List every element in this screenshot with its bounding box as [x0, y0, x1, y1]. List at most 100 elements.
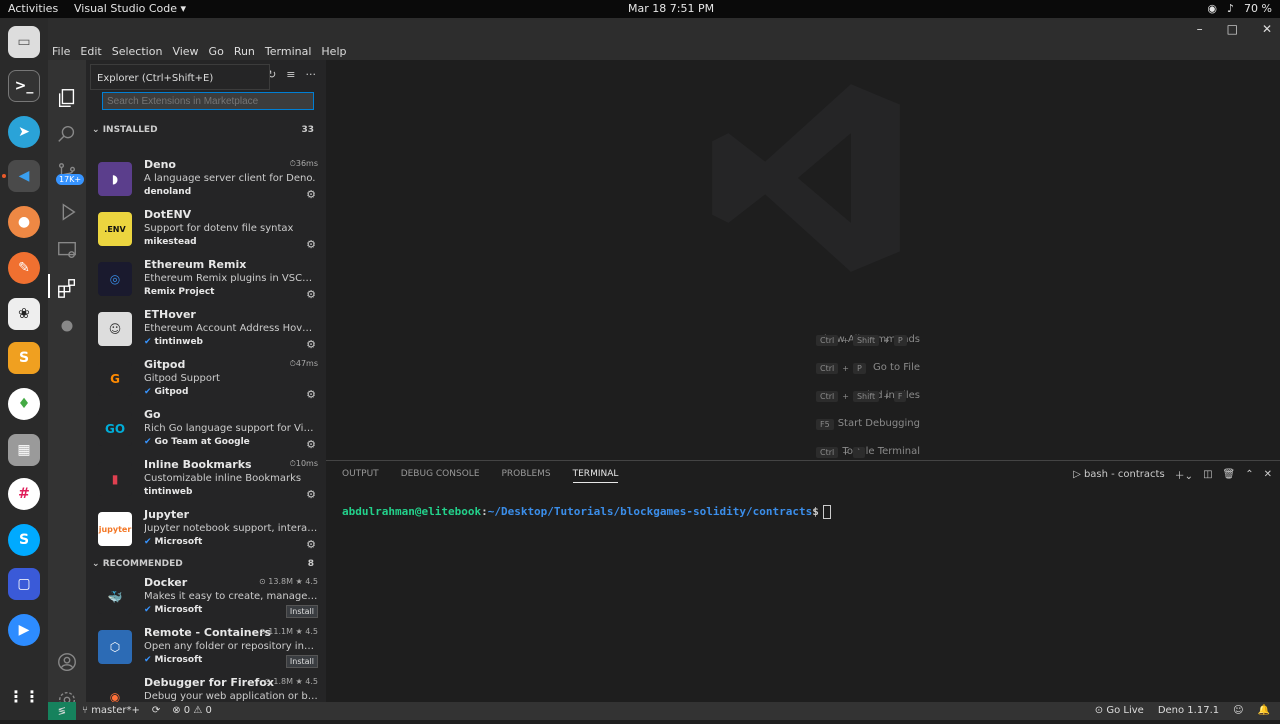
screenshot-icon[interactable]: ▢ — [8, 568, 40, 600]
tab-problems[interactable]: PROBLEMS — [502, 469, 551, 483]
docker-icon: 🐳 — [98, 580, 132, 614]
clock[interactable]: Mar 18 7:51 PM — [628, 2, 714, 15]
gimp-icon[interactable]: ❀ — [8, 298, 40, 330]
install-button[interactable]: Install — [285, 605, 318, 618]
ethereum-icon[interactable] — [55, 314, 79, 338]
maximize-icon[interactable]: □ — [1227, 22, 1238, 36]
sublime-icon[interactable]: S — [8, 342, 40, 374]
key-cap: Ctrl — [816, 391, 839, 402]
menu-selection[interactable]: Selection — [112, 45, 163, 58]
installed-section-header[interactable]: ⌄ INSTALLED 33 — [86, 122, 326, 138]
key-cap: Ctrl — [816, 447, 839, 458]
manage-gear-icon[interactable]: ⚙ — [306, 488, 316, 501]
extension-publisher: ✔ Microsoft — [144, 655, 202, 665]
volume-icon: ♪ — [1227, 2, 1235, 15]
split-terminal-icon[interactable]: ◫ — [1203, 469, 1212, 480]
key-cap: + — [842, 448, 849, 457]
menu-view[interactable]: View — [172, 45, 198, 58]
remote-explorer-icon[interactable] — [55, 238, 79, 262]
chrome-icon[interactable]: ● — [8, 206, 40, 238]
extension-publisher: ✔ Go Team at Google — [144, 437, 250, 447]
go-live-button[interactable]: ⊙ Go Live — [1095, 705, 1144, 716]
search-icon[interactable] — [55, 122, 79, 146]
zoom-icon[interactable]: ▶ — [8, 614, 40, 646]
key-cap: Shift — [852, 391, 880, 402]
manage-gear-icon[interactable]: ⚙ — [306, 538, 316, 551]
explorer-icon[interactable] — [55, 86, 79, 110]
close-panel-icon[interactable]: ✕ — [1264, 469, 1272, 480]
extension-item[interactable]: ⬡ Remote - Containers Open any folder or r… — [86, 624, 326, 674]
system-tray[interactable]: ◉ ♪ 70 % — [1207, 2, 1272, 15]
manage-gear-icon[interactable]: ⚙ — [306, 438, 316, 451]
tab-terminal[interactable]: TERMINAL — [572, 469, 619, 483]
clear-icon[interactable]: ≡ — [286, 68, 295, 81]
install-button[interactable]: Install — [285, 655, 318, 668]
extensions-active-indicator — [48, 274, 50, 298]
feedback-icon[interactable]: ☺ — [1233, 705, 1243, 716]
manage-gear-icon[interactable]: ⚙ — [306, 238, 316, 251]
key-cap: ` — [852, 447, 865, 458]
telegram-icon[interactable]: ➤ — [8, 116, 40, 148]
extension-item[interactable]: G Gitpod Gitpod Support ✔ Gitpod ⏱47ms ⚙ — [86, 356, 326, 406]
postman-icon[interactable]: ✎ — [8, 252, 40, 284]
terminal-icon: ▷ — [1073, 469, 1084, 480]
extensions-icon[interactable] — [55, 276, 79, 300]
manage-gear-icon[interactable]: ⚙ — [306, 288, 316, 301]
extensions-search-input[interactable] — [102, 92, 314, 110]
minimize-icon[interactable]: – — [1197, 22, 1203, 36]
publisher-name: Gitpod — [154, 387, 189, 397]
extension-description: Debug your web application or bro... — [144, 691, 318, 702]
tab-output[interactable]: OUTPUT — [342, 469, 379, 483]
deno-version[interactable]: Deno 1.17.1 — [1158, 705, 1219, 716]
key-cap: + — [842, 392, 849, 401]
manage-gear-icon[interactable]: ⚙ — [306, 188, 316, 201]
git-branch[interactable]: ⑂ master*+ — [82, 705, 140, 716]
app-menu[interactable]: Visual Studio Code ▾ — [74, 2, 186, 15]
extension-item[interactable]: ▮ Inline Bookmarks Customizable inline Boo… — [86, 456, 326, 506]
run-debug-icon[interactable] — [55, 200, 79, 224]
extension-item[interactable]: GO Go Rich Go language support for Visu...… — [86, 406, 326, 456]
vscode-icon[interactable]: ◀ — [8, 160, 40, 192]
terminal-prompt[interactable]: abdulrahman@elitebook:~/Desktop/Tutorial… — [342, 505, 831, 519]
close-window-icon[interactable]: ✕ — [1262, 22, 1272, 36]
more-actions-icon[interactable]: ··· — [306, 68, 317, 81]
remote-containers-icon: ⬡ — [98, 630, 132, 664]
remote-indicator-icon[interactable]: ≶ — [48, 702, 76, 720]
menu-edit[interactable]: Edit — [80, 45, 101, 58]
menu-file[interactable]: File — [52, 45, 70, 58]
system-top-bar: Activities Visual Studio Code ▾ Mar 18 7… — [0, 0, 1280, 18]
image-viewer-icon[interactable]: ▦ — [8, 434, 40, 466]
extension-item[interactable]: jupyter Jupyter Jupyter notebook support, … — [86, 506, 326, 556]
skype-icon[interactable]: S — [8, 524, 40, 556]
menu-help[interactable]: Help — [321, 45, 346, 58]
accounts-icon[interactable] — [55, 650, 79, 674]
problems-indicator[interactable]: ⊗ 0 ⚠ 0 — [172, 705, 212, 716]
sync-icon[interactable]: ⟳ — [152, 705, 160, 716]
extension-item[interactable]: 🐳 Docker Makes it easy to create, manage, … — [86, 574, 326, 624]
extension-item[interactable]: ☺ ETHover Ethereum Account Address Hover .… — [86, 306, 326, 356]
extension-item[interactable]: .ENV DotENV Support for dotenv file syntax… — [86, 206, 326, 256]
menu-go[interactable]: Go — [209, 45, 224, 58]
mongodb-icon[interactable]: ♦ — [8, 388, 40, 420]
menu-terminal[interactable]: Terminal — [265, 45, 312, 58]
terminal-icon[interactable]: >_ — [8, 70, 40, 102]
kill-terminal-icon[interactable]: 🗑 — [1223, 469, 1236, 480]
manage-gear-icon[interactable]: ⚙ — [306, 388, 316, 401]
new-terminal-icon[interactable]: ＋⌄ — [1175, 467, 1193, 482]
files-icon[interactable]: ▭ — [8, 26, 40, 58]
shell-name: bash - contracts — [1083, 469, 1165, 480]
extension-item[interactable]: ◗ Deno A language server client for Deno. d… — [86, 156, 326, 206]
activities-button[interactable]: Activities — [8, 2, 58, 15]
slack-icon[interactable]: # — [8, 478, 40, 510]
terminal-shell-selector[interactable]: ▷ bash - contracts — [1073, 469, 1165, 480]
notifications-icon[interactable]: 🔔 — [1258, 705, 1270, 716]
manage-gear-icon[interactable]: ⚙ — [306, 338, 316, 351]
extension-item[interactable]: ◎ Ethereum Remix Ethereum Remix plugins in… — [86, 256, 326, 306]
recommended-section-header[interactable]: ⌄ RECOMMENDED 8 — [86, 556, 326, 572]
maximize-panel-icon[interactable]: ⌃ — [1245, 469, 1253, 480]
menu-run[interactable]: Run — [234, 45, 255, 58]
tab-debug-console[interactable]: DEBUG CONSOLE — [401, 469, 480, 483]
extension-name: Debugger for Firefox — [144, 676, 274, 689]
show-apps-icon[interactable]: ⋮⋮ — [8, 680, 40, 712]
status-bar: ≶ ⑂ master*+ ⟳ ⊗ 0 ⚠ 0 ⊙ Go Live Deno 1.… — [48, 702, 1280, 720]
